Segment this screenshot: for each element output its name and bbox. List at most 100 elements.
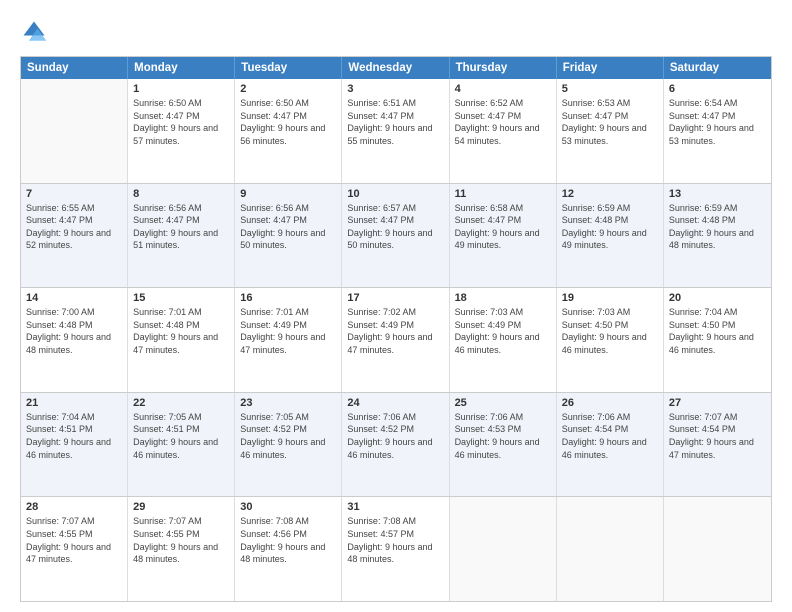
cell-info: Sunrise: 7:08 AM Sunset: 4:57 PM Dayligh… <box>347 515 443 565</box>
day-number: 29 <box>133 501 229 513</box>
day-number: 13 <box>669 188 766 200</box>
calendar-row-1: 1Sunrise: 6:50 AM Sunset: 4:47 PM Daylig… <box>21 79 771 183</box>
day-number: 23 <box>240 397 336 409</box>
day-number: 16 <box>240 292 336 304</box>
calendar-cell-15: 15 Sunrise: 7:01 AM Sunset: 4:48 PM Dayli… <box>128 288 235 392</box>
day-number: 15 <box>133 292 229 304</box>
calendar-cell-24: 24 Sunrise: 7:06 AM Sunset: 4:52 PM Dayli… <box>342 393 449 497</box>
calendar-cell-16: 16Sunrise: 7:01 AM Sunset: 4:49 PM Dayli… <box>235 288 342 392</box>
calendar-cell-6: 6 Sunrise: 6:54 AM Sunset: 4:47 PM Daylig… <box>664 79 771 183</box>
cell-info: Sunrise: 6:54 AM Sunset: 4:47 PM Dayligh… <box>669 97 766 147</box>
header-day-monday: Monday <box>128 57 235 79</box>
cell-info: Sunrise: 7:06 AM Sunset: 4:53 PM Dayligh… <box>455 411 551 461</box>
cell-info: Sunrise: 7:06 AM Sunset: 4:52 PM Dayligh… <box>347 411 443 461</box>
header-day-sunday: Sunday <box>21 57 128 79</box>
day-number: 2 <box>240 83 336 95</box>
day-number: 19 <box>562 292 658 304</box>
calendar-cell-4: 4 Sunrise: 6:52 AM Sunset: 4:47 PM Daylig… <box>450 79 557 183</box>
calendar-cell-empty <box>450 497 557 601</box>
day-number: 10 <box>347 188 443 200</box>
day-number: 3 <box>347 83 443 95</box>
calendar-cell-13: 13 Sunrise: 6:59 AM Sunset: 4:48 PM Dayli… <box>664 184 771 288</box>
calendar-cell-17: 17 Sunrise: 7:02 AM Sunset: 4:49 PM Dayli… <box>342 288 449 392</box>
day-number: 17 <box>347 292 443 304</box>
cell-info: Sunrise: 7:07 AM Sunset: 4:55 PM Dayligh… <box>133 515 229 565</box>
day-number: 28 <box>26 501 122 513</box>
cell-info: Sunrise: 7:04 AM Sunset: 4:51 PM Dayligh… <box>26 411 122 461</box>
page: SundayMondayTuesdayWednesdayThursdayFrid… <box>0 0 792 612</box>
calendar-cell-30: 30 Sunrise: 7:08 AM Sunset: 4:56 PM Dayli… <box>235 497 342 601</box>
day-number: 7 <box>26 188 122 200</box>
cell-info: Sunrise: 7:04 AM Sunset: 4:50 PM Dayligh… <box>669 306 766 356</box>
cell-info: Sunrise: 6:59 AM Sunset: 4:48 PM Dayligh… <box>669 202 766 252</box>
cell-info: Sunrise: 7:01 AM Sunset: 4:48 PM Dayligh… <box>133 306 229 356</box>
cell-info: Sunrise: 7:05 AM Sunset: 4:51 PM Dayligh… <box>133 411 229 461</box>
cell-info: Sunrise: 6:55 AM Sunset: 4:47 PM Dayligh… <box>26 202 122 252</box>
header-day-saturday: Saturday <box>664 57 771 79</box>
cell-info: Sunrise: 7:05 AM Sunset: 4:52 PM Dayligh… <box>240 411 336 461</box>
cell-info: Sunrise: 7:08 AM Sunset: 4:56 PM Dayligh… <box>240 515 336 565</box>
cell-info: Sunrise: 7:07 AM Sunset: 4:55 PM Dayligh… <box>26 515 122 565</box>
day-number: 9 <box>240 188 336 200</box>
header <box>20 18 772 46</box>
header-day-thursday: Thursday <box>450 57 557 79</box>
calendar-cell-1: 1Sunrise: 6:50 AM Sunset: 4:47 PM Daylig… <box>128 79 235 183</box>
calendar-cell-21: 21 Sunrise: 7:04 AM Sunset: 4:51 PM Dayli… <box>21 393 128 497</box>
calendar-cell-18: 18 Sunrise: 7:03 AM Sunset: 4:49 PM Dayli… <box>450 288 557 392</box>
calendar-cell-29: 29 Sunrise: 7:07 AM Sunset: 4:55 PM Dayli… <box>128 497 235 601</box>
day-number: 30 <box>240 501 336 513</box>
calendar-cell-20: 20Sunrise: 7:04 AM Sunset: 4:50 PM Dayli… <box>664 288 771 392</box>
cell-info: Sunrise: 7:02 AM Sunset: 4:49 PM Dayligh… <box>347 306 443 356</box>
cell-info: Sunrise: 6:50 AM Sunset: 4:47 PM Dayligh… <box>240 97 336 147</box>
day-number: 14 <box>26 292 122 304</box>
calendar-row-2: 7 Sunrise: 6:55 AM Sunset: 4:47 PM Daylig… <box>21 183 771 288</box>
cell-info: Sunrise: 7:03 AM Sunset: 4:49 PM Dayligh… <box>455 306 551 356</box>
day-number: 18 <box>455 292 551 304</box>
logo-icon <box>20 18 48 46</box>
day-number: 8 <box>133 188 229 200</box>
cell-info: Sunrise: 6:52 AM Sunset: 4:47 PM Dayligh… <box>455 97 551 147</box>
calendar-cell-12: 12Sunrise: 6:59 AM Sunset: 4:48 PM Dayli… <box>557 184 664 288</box>
calendar-cell-23: 23 Sunrise: 7:05 AM Sunset: 4:52 PM Dayli… <box>235 393 342 497</box>
cell-info: Sunrise: 7:00 AM Sunset: 4:48 PM Dayligh… <box>26 306 122 356</box>
day-number: 25 <box>455 397 551 409</box>
calendar-cell-empty <box>664 497 771 601</box>
calendar-cell-2: 2 Sunrise: 6:50 AM Sunset: 4:47 PM Daylig… <box>235 79 342 183</box>
calendar-cell-14: 14 Sunrise: 7:00 AM Sunset: 4:48 PM Dayli… <box>21 288 128 392</box>
day-number: 31 <box>347 501 443 513</box>
day-number: 11 <box>455 188 551 200</box>
header-day-wednesday: Wednesday <box>342 57 449 79</box>
calendar-cell-26: 26 Sunrise: 7:06 AM Sunset: 4:54 PM Dayli… <box>557 393 664 497</box>
day-number: 4 <box>455 83 551 95</box>
cell-info: Sunrise: 6:51 AM Sunset: 4:47 PM Dayligh… <box>347 97 443 147</box>
calendar-cell-7: 7 Sunrise: 6:55 AM Sunset: 4:47 PM Daylig… <box>21 184 128 288</box>
cell-info: Sunrise: 7:06 AM Sunset: 4:54 PM Dayligh… <box>562 411 658 461</box>
day-number: 24 <box>347 397 443 409</box>
day-number: 21 <box>26 397 122 409</box>
calendar-cell-empty <box>557 497 664 601</box>
calendar-cell-31: 31 Sunrise: 7:08 AM Sunset: 4:57 PM Dayli… <box>342 497 449 601</box>
header-day-tuesday: Tuesday <box>235 57 342 79</box>
calendar-header: SundayMondayTuesdayWednesdayThursdayFrid… <box>21 57 771 79</box>
calendar-cell-9: 9Sunrise: 6:56 AM Sunset: 4:47 PM Daylig… <box>235 184 342 288</box>
calendar: SundayMondayTuesdayWednesdayThursdayFrid… <box>20 56 772 602</box>
calendar-cell-28: 28 Sunrise: 7:07 AM Sunset: 4:55 PM Dayli… <box>21 497 128 601</box>
cell-info: Sunrise: 6:50 AM Sunset: 4:47 PM Dayligh… <box>133 97 229 147</box>
calendar-cell-22: 22 Sunrise: 7:05 AM Sunset: 4:51 PM Dayli… <box>128 393 235 497</box>
cell-info: Sunrise: 7:07 AM Sunset: 4:54 PM Dayligh… <box>669 411 766 461</box>
calendar-row-4: 21 Sunrise: 7:04 AM Sunset: 4:51 PM Dayli… <box>21 392 771 497</box>
day-number: 27 <box>669 397 766 409</box>
calendar-cell-27: 27 Sunrise: 7:07 AM Sunset: 4:54 PM Dayli… <box>664 393 771 497</box>
calendar-body: 1Sunrise: 6:50 AM Sunset: 4:47 PM Daylig… <box>21 79 771 601</box>
calendar-cell-empty <box>21 79 128 183</box>
day-number: 26 <box>562 397 658 409</box>
calendar-cell-3: 3 Sunrise: 6:51 AM Sunset: 4:47 PM Daylig… <box>342 79 449 183</box>
day-number: 22 <box>133 397 229 409</box>
logo <box>20 18 52 46</box>
calendar-row-3: 14 Sunrise: 7:00 AM Sunset: 4:48 PM Dayli… <box>21 287 771 392</box>
day-number: 6 <box>669 83 766 95</box>
calendar-cell-25: 25 Sunrise: 7:06 AM Sunset: 4:53 PM Dayli… <box>450 393 557 497</box>
cell-info: Sunrise: 6:53 AM Sunset: 4:47 PM Dayligh… <box>562 97 658 147</box>
calendar-cell-5: 5Sunrise: 6:53 AM Sunset: 4:47 PM Daylig… <box>557 79 664 183</box>
cell-info: Sunrise: 6:57 AM Sunset: 4:47 PM Dayligh… <box>347 202 443 252</box>
